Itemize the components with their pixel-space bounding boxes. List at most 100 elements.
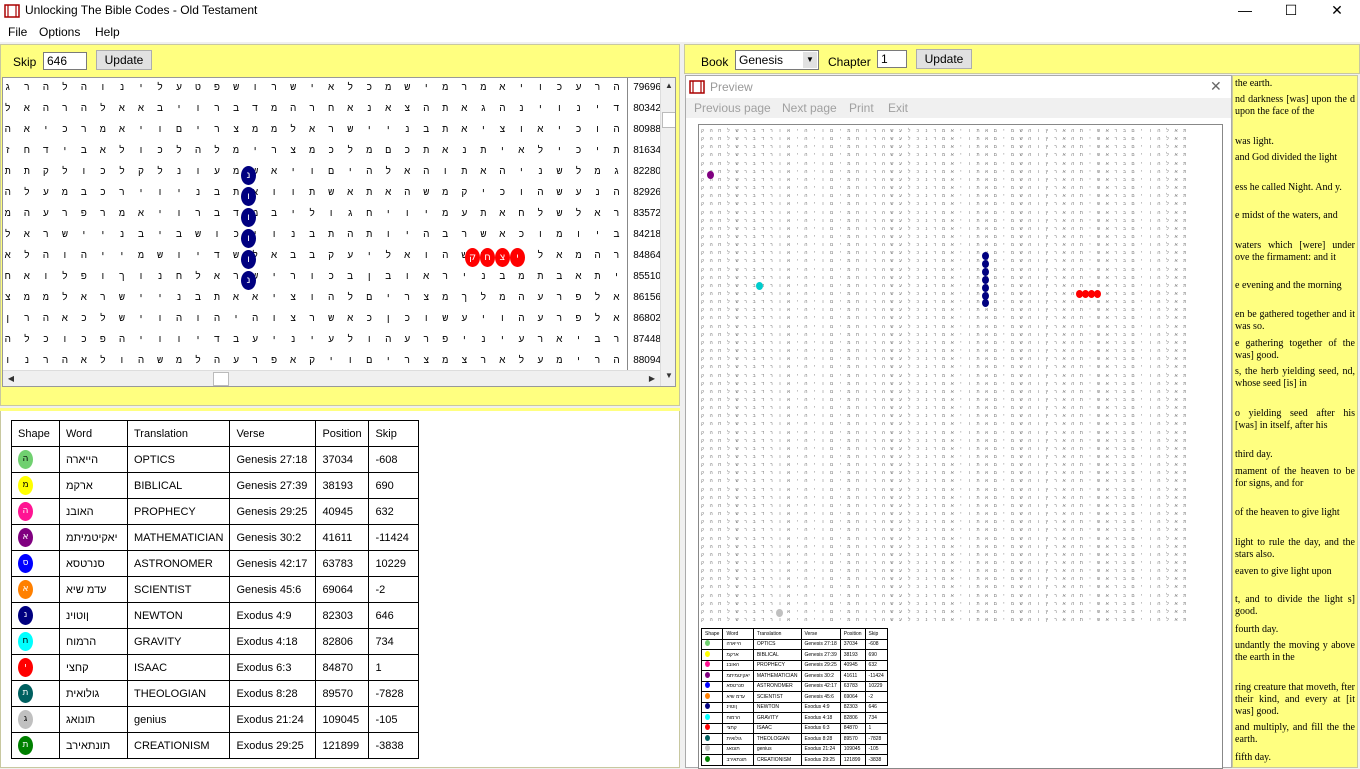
result-row[interactable]: ת תונתאירב CREATIONISM Exodus 29:25 121899 -3… xyxy=(11,732,420,759)
preview-grid-row: ת א ל ה ו י ם ב ר א ש י ת ה א ר ץ ו ה ש … xyxy=(701,339,1188,346)
preview-grid-row: ת א ל ה ו י ם ב ר א ש י ת ה א ר ץ ו ה ש … xyxy=(701,421,1188,428)
newton-marker[interactable]: ו xyxy=(241,250,256,269)
verse-cell: Exodus 6:3 xyxy=(229,654,317,681)
shape-oval: מ xyxy=(18,476,33,495)
preview-skip-cell: -7828 xyxy=(864,733,888,745)
chapter-input[interactable]: 1 xyxy=(877,50,907,68)
preview-word-cell: עדמ שיא xyxy=(722,691,754,703)
result-row[interactable]: ג תונואג genius Exodus 21:24 109045 -105 xyxy=(11,706,420,733)
hscroll-thumb[interactable] xyxy=(213,372,229,386)
preview-skip-cell: 632 xyxy=(864,659,888,671)
preview-grid-row: ת א ל ה ו י ם ב ר א ש י ת ה א ר ץ ו ה ש … xyxy=(701,193,1188,200)
position-cell: 69064 xyxy=(315,576,370,603)
grid-horizontal-scrollbar[interactable]: ◀ ▶ xyxy=(3,370,660,386)
preview-grid-row: ת א ל ה ו י ם ב ר א ש י ת ה א ר ץ ו ה ש … xyxy=(701,454,1188,460)
result-row[interactable]: ס סנרטסא ASTRONOMER Genesis 42:17 63783 10229 xyxy=(11,550,420,577)
maximize-button[interactable]: ☐ xyxy=(1268,0,1314,22)
scroll-down-icon[interactable]: ▼ xyxy=(661,368,675,384)
newton-marker[interactable]: נ xyxy=(241,166,256,185)
result-row[interactable]: ח הרמוח GRAVITY Exodus 4:18 82806 734 xyxy=(11,628,420,655)
next-page-item[interactable]: Next page xyxy=(782,101,837,115)
preview-marker xyxy=(756,282,763,290)
shape-oval: ה xyxy=(18,450,33,469)
bible-verse-text: s, the herb yielding seed, nd, whose see… xyxy=(1235,366,1355,389)
preview-header-cell: Position xyxy=(839,628,866,640)
isaac-marker[interactable]: צ xyxy=(495,248,510,267)
result-row[interactable]: מ ארקמ BIBLICAL Genesis 27:39 38193 690 xyxy=(11,472,420,499)
translation-cell: CREATIONISM xyxy=(126,732,231,759)
word-cell: הרמוח xyxy=(59,628,128,655)
newton-marker[interactable]: ו xyxy=(241,208,256,227)
preview-verse-cell: Genesis 27:18 xyxy=(800,638,841,650)
preview-shape xyxy=(705,661,710,668)
scroll-left-icon[interactable]: ◀ xyxy=(3,371,19,386)
preview-grid-row: ת א ל ה ו י ם ב ר א ש י ת ה א ר ץ ו ה ש … xyxy=(701,372,1188,379)
result-row[interactable]: ה הייארה OPTICS Genesis 27:18 37034 -608 xyxy=(11,446,420,473)
result-row[interactable]: א יאקיטמיתמ MATHEMATICIAN Genesis 30:2 41611… xyxy=(11,524,420,551)
menu-options[interactable]: Options xyxy=(39,25,80,39)
position-cell: 89570 xyxy=(315,680,370,707)
preview-header-cell: Skip xyxy=(864,628,888,640)
grid-vertical-scrollbar[interactable]: ▲ ▼ xyxy=(660,78,675,386)
chevron-down-icon[interactable]: ▼ xyxy=(803,52,817,68)
isaac-marker[interactable]: ח xyxy=(480,248,495,267)
preview-grid-row: ת א ל ה ו י ם ב ר א ש י ת ה א ר ץ ו ה ש … xyxy=(701,282,1188,289)
menu-file[interactable]: File xyxy=(8,25,27,39)
skip-update-button[interactable]: Update xyxy=(96,50,152,70)
shape-cell: נ xyxy=(11,602,60,629)
print-item[interactable]: Print xyxy=(849,101,874,115)
preview-grid-row: ת א ל ה ו י ם ב ר א ש י ת ה א ר ץ ו ה ש … xyxy=(701,486,1188,493)
result-row[interactable]: א עדמ שיא SCIENTIST Genesis 45:6 69064 -2 xyxy=(11,576,420,603)
isaac-marker[interactable]: ק xyxy=(465,248,480,267)
isaac-marker[interactable]: י xyxy=(510,248,525,267)
grid-row: א ל פ ר ע ה ו י ע ש ו כ ן כ א ש ר צ ו ה … xyxy=(3,313,623,324)
preview-grid-row: ת א ל ה ו י ם ב ר א ש י ת ה א ר ץ ו ה ש … xyxy=(701,494,1188,501)
result-row[interactable]: ת גולואית THEOLOGIAN Exodus 8:28 89570 -7828 xyxy=(11,680,420,707)
splitter[interactable] xyxy=(0,408,680,411)
preview-grid-row: ת א ל ה ו י ם ב ר א ש י ת ה א ר ץ ו ה ש … xyxy=(701,617,1188,623)
position-cell: 63783 xyxy=(315,550,370,577)
result-row[interactable]: ה האובנ PROPHECY Genesis 29:25 40945 632 xyxy=(11,498,420,525)
menu-help[interactable]: Help xyxy=(95,25,120,39)
letter-grid[interactable]: ה ר ע כ ו י א מ ר מ י ש מ כ ל א י ש ר ו … xyxy=(2,77,676,387)
preview-grid-row: ת א ל ה ו י ם ב ר א ש י ת ה א ר ץ ו ה ש … xyxy=(701,307,1188,314)
preview-verse-cell: Genesis 30:2 xyxy=(800,670,841,682)
verse-cell: Exodus 4:9 xyxy=(229,602,317,629)
skip-input[interactable]: 646 xyxy=(43,52,87,70)
shape-oval: ה xyxy=(18,502,33,521)
preview-translation-cell: GRAVITY xyxy=(752,712,802,724)
newton-marker[interactable]: ו xyxy=(241,229,256,248)
result-row[interactable]: נ ןוטוינ NEWTON Exodus 4:9 82303 646 xyxy=(11,602,420,629)
newton-marker[interactable]: נ xyxy=(241,271,256,290)
chapter-update-button[interactable]: Update xyxy=(916,49,972,69)
preview-position-cell: 37034 xyxy=(839,638,866,650)
previous-page-item[interactable]: Previous page xyxy=(694,101,771,115)
bible-verse-text: mament of the heaven to be for signs, an… xyxy=(1235,466,1355,489)
preview-shape xyxy=(705,682,710,689)
book-select[interactable]: Genesis ▼ xyxy=(735,50,819,70)
bible-verse-text: o yielding seed after his [was] in itsel… xyxy=(1235,408,1355,431)
verse-cell: Genesis 27:18 xyxy=(229,446,317,473)
shape-oval: ת xyxy=(18,684,33,703)
position-cell: 109045 xyxy=(315,706,370,733)
scroll-up-icon[interactable]: ▲ xyxy=(661,78,675,94)
result-row[interactable]: י קחצי ISAAC Exodus 6:3 84870 1 xyxy=(11,654,420,681)
preview-verse-cell: Genesis 29:25 xyxy=(800,659,841,671)
scroll-right-icon[interactable]: ▶ xyxy=(644,371,660,386)
chapter-label: Chapter xyxy=(828,55,871,69)
book-bar: Book Genesis ▼ Chapter 1 Update xyxy=(684,44,1360,74)
position-cell: 84870 xyxy=(315,654,370,681)
grid-row-position: 82280 xyxy=(633,166,661,177)
close-button[interactable]: ✕ xyxy=(1314,0,1360,22)
exit-item[interactable]: Exit xyxy=(888,101,908,115)
grid-row-position: 80988 xyxy=(633,124,661,135)
preview-close-button[interactable]: ✕ xyxy=(1210,78,1222,95)
preview-grid-row: ת א ל ה ו י ם ב ר א ש י ת ה א ר ץ ו ה ש … xyxy=(701,128,1188,134)
newton-marker[interactable]: ו xyxy=(241,187,256,206)
scroll-thumb[interactable] xyxy=(662,112,675,128)
minimize-button[interactable]: — xyxy=(1222,0,1268,22)
bible-verse-text: e gathering together of the was] good. xyxy=(1235,338,1355,361)
preview-row: יאקיטמיתמ MATHEMATICIAN Genesis 30:2 41611-… xyxy=(700,670,888,682)
preview-grid-row: ת א ל ה ו י ם ב ר א ש י ת ה א ר ץ ו ה ש … xyxy=(701,429,1188,436)
preview-translation-cell: PROPHECY xyxy=(752,659,802,671)
